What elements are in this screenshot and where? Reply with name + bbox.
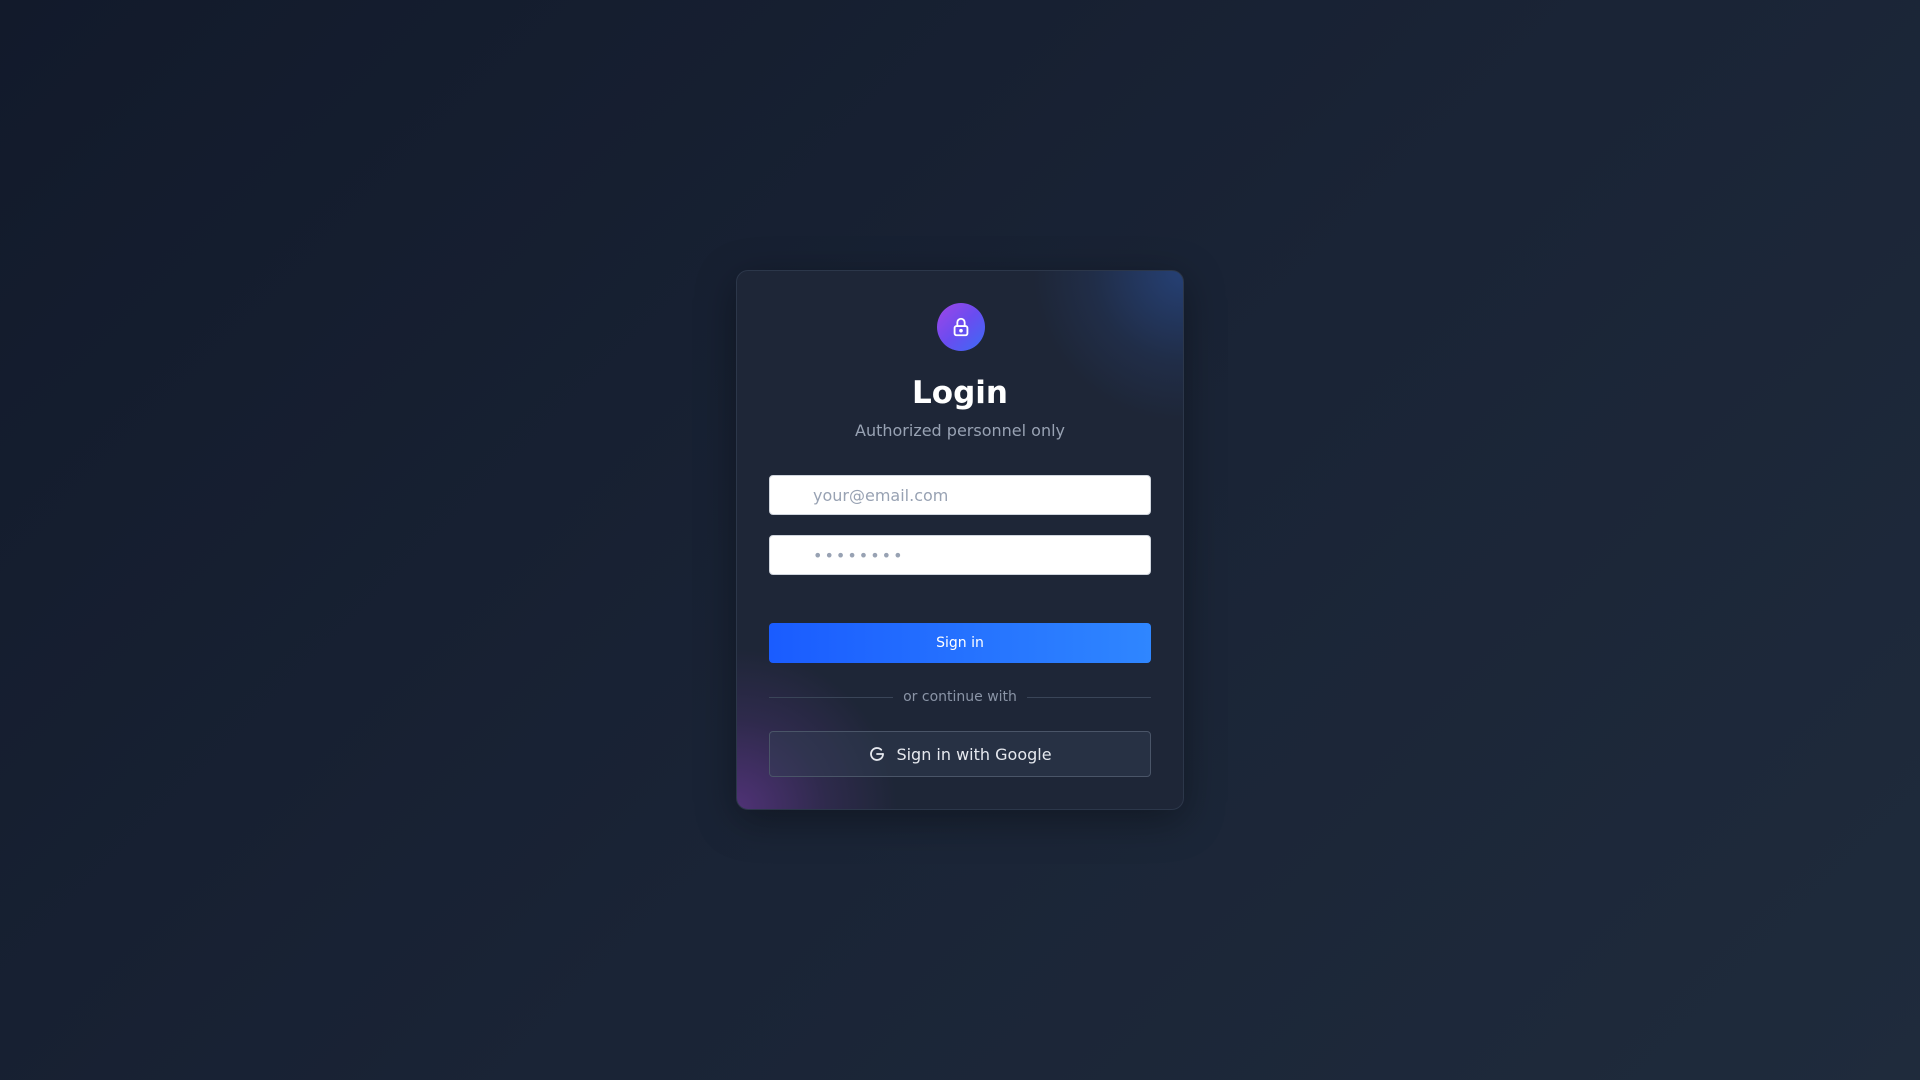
divider-text: or continue with [903,689,1017,705]
page-subtitle: Authorized personnel only [855,421,1065,440]
lock-icon [937,303,985,351]
email-input[interactable] [769,475,1151,515]
divider-line-right [1026,696,1151,698]
password-input[interactable] [769,535,1151,575]
divider-line-left [769,696,894,698]
sign-in-button[interactable]: Sign in [769,623,1151,663]
google-sign-in-label: Sign in with Google [896,744,1052,764]
page-title: Login [912,375,1008,411]
divider: or continue with [769,687,1151,707]
google-sign-in-button[interactable]: Sign in with Google [769,731,1151,777]
login-card: Login Authorized personnel only Sign in … [736,270,1184,810]
google-icon [868,745,886,763]
